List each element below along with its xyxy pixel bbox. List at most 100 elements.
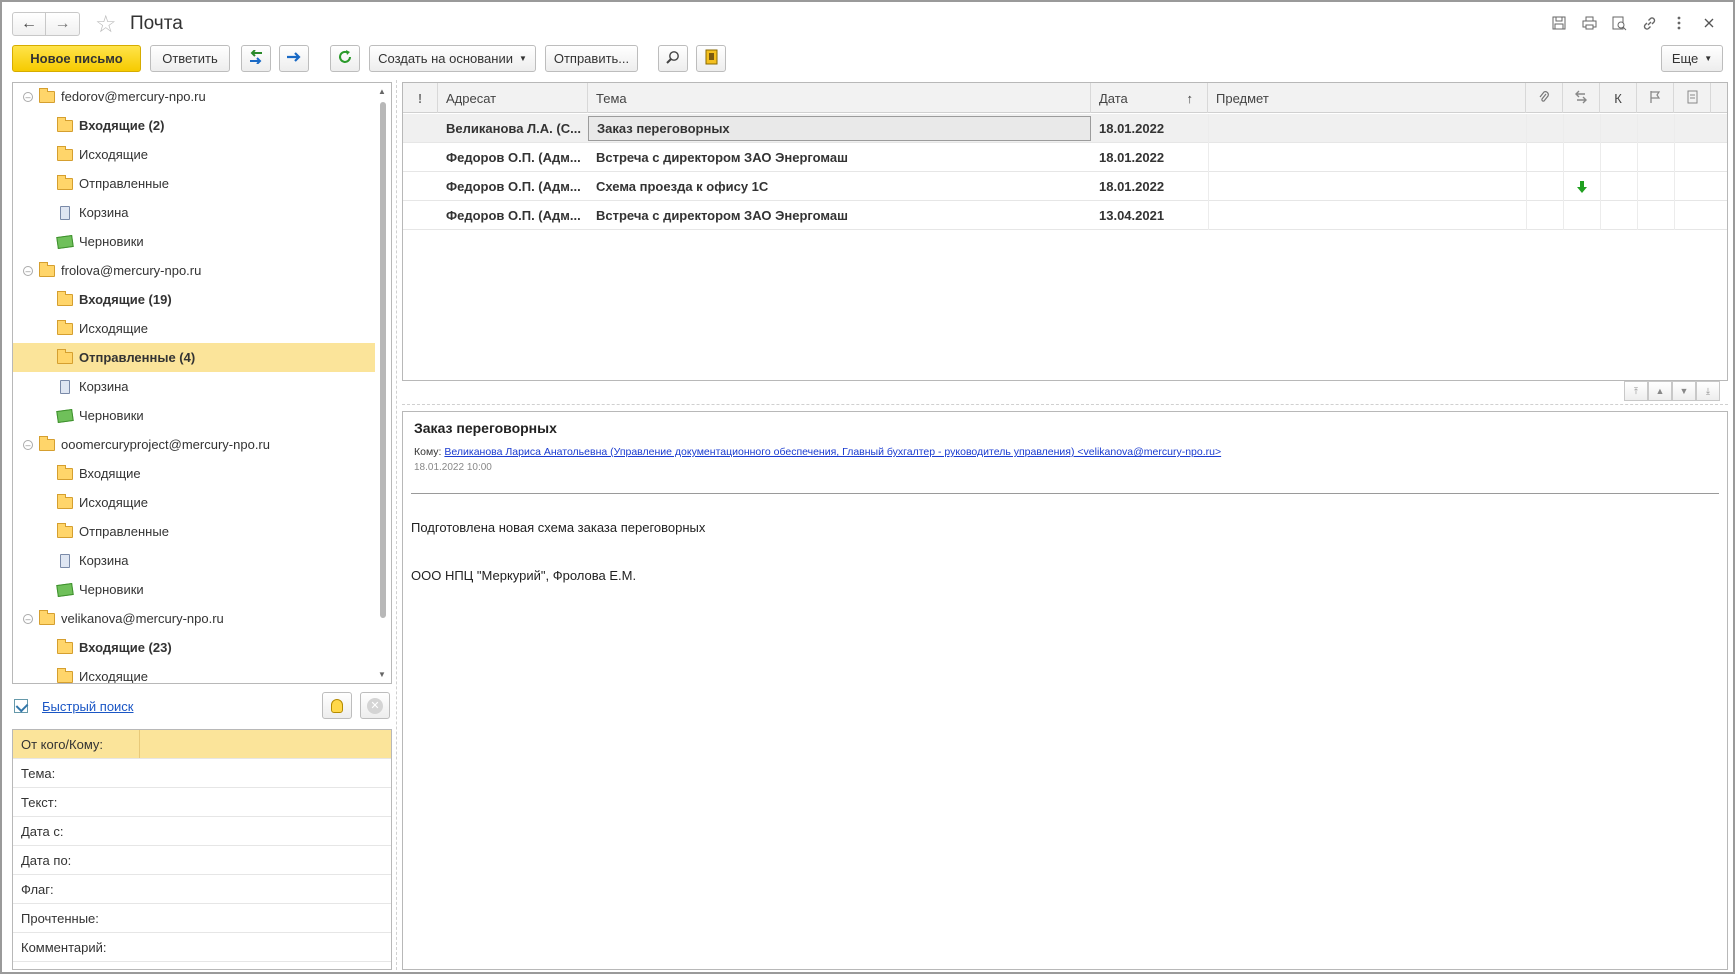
tree-label: Входящие	[79, 466, 141, 481]
tree-scrollbar[interactable]: ▲ ▼	[376, 84, 390, 682]
importance-icon: !	[417, 90, 423, 106]
account-node[interactable]: – ooomercuryproject@mercury-npo.ru	[13, 430, 375, 459]
send-button[interactable]: Отправить...	[545, 45, 638, 72]
folder-node[interactable]: Исходящие	[13, 140, 375, 169]
flag-column-header[interactable]	[1637, 83, 1674, 113]
recipient-link[interactable]: Великанова Лариса Анатольевна (Управлени…	[444, 446, 1221, 458]
scrollbar-thumb[interactable]	[380, 102, 386, 618]
filter-row[interactable]: Текст:	[13, 788, 391, 817]
folder-icon	[57, 667, 73, 683]
folder-node[interactable]: Исходящие	[13, 314, 375, 343]
scroll-down-icon[interactable]: ▼	[378, 670, 386, 679]
filter-label: Прочтенные:	[21, 910, 99, 926]
attachment-column-header[interactable]	[1526, 83, 1563, 113]
last-record-button[interactable]: ⤓	[1696, 381, 1720, 401]
folder-node[interactable]: Корзина	[13, 546, 375, 575]
refresh-button[interactable]	[330, 45, 360, 72]
more-vertical-icon[interactable]	[1671, 14, 1687, 32]
more-button[interactable]: Еще ▼	[1661, 45, 1723, 72]
forward-mail-icon	[286, 51, 302, 66]
filter-row[interactable]: Флаг:	[13, 875, 391, 904]
scroll-up-icon[interactable]: ▲	[378, 87, 386, 96]
new-letter-button[interactable]: Новое письмо	[12, 45, 141, 72]
folder-node[interactable]: Входящие (19)	[13, 285, 375, 314]
folder-node[interactable]: Отправленные	[13, 169, 375, 198]
cell-divider	[1563, 172, 1564, 201]
print-icon[interactable]	[1581, 14, 1597, 32]
quick-search-link[interactable]: Быстрый поиск	[42, 699, 134, 714]
folder-node[interactable]: Исходящие	[13, 662, 375, 683]
note-column-header[interactable]	[1674, 83, 1711, 113]
filter-row[interactable]: Комментарий:	[13, 933, 391, 962]
date-column-header[interactable]: Дата ↑	[1091, 83, 1208, 113]
collapse-toggle-icon[interactable]: –	[23, 439, 33, 450]
folder-node[interactable]: Черновики	[13, 401, 375, 430]
tree-label: fedorov@mercury-npo.ru	[61, 89, 206, 104]
filter-row[interactable]: От кого/Кому:	[13, 730, 391, 759]
subject-column-header[interactable]: Тема	[588, 83, 1091, 113]
save-icon[interactable]	[1551, 14, 1567, 32]
folder-node[interactable]: Черновики	[13, 227, 375, 256]
table-row[interactable]: Федоров О.П. (Адм... Встреча с директором…	[403, 143, 1727, 172]
folder-node[interactable]: Входящие (23)	[13, 633, 375, 662]
reply-all-button[interactable]	[241, 45, 271, 72]
table-row[interactable]: Федоров О.П. (Адм... Схема проезда к офис…	[403, 172, 1727, 201]
folder-icon	[57, 493, 73, 509]
table-row[interactable]: Великанова Л.А. (С... Заказ переговорных 1…	[403, 114, 1727, 143]
addressee-column-header[interactable]: Адресат	[438, 83, 588, 113]
filter-label: Тема:	[21, 765, 56, 781]
importance-column-header[interactable]: !	[403, 83, 438, 113]
filter-value-field[interactable]	[139, 730, 140, 758]
vertical-splitter[interactable]	[396, 80, 397, 970]
collapse-toggle-icon[interactable]: –	[23, 91, 33, 102]
reply-button[interactable]: Ответить	[150, 45, 230, 72]
folder-node[interactable]: Корзина	[13, 372, 375, 401]
addressee-cell: Федоров О.П. (Адм...	[446, 179, 581, 194]
collapse-toggle-icon[interactable]: –	[23, 265, 33, 276]
create-based-on-button[interactable]: Создать на основании ▼	[369, 45, 536, 72]
favorite-star-icon[interactable]: ☆	[95, 10, 117, 39]
filter-row[interactable]: Дата с:	[13, 817, 391, 846]
search-button[interactable]	[658, 45, 688, 72]
folder-node[interactable]: Входящие	[13, 459, 375, 488]
link-icon[interactable]	[1641, 14, 1657, 32]
collapse-toggle-icon[interactable]: –	[23, 613, 33, 624]
quick-search-checkbox[interactable]	[14, 699, 28, 713]
account-node[interactable]: – fedorov@mercury-npo.ru	[13, 83, 375, 111]
filter-row[interactable]: Дата по:	[13, 846, 391, 875]
folder-node[interactable]: Входящие (2)	[13, 111, 375, 140]
cell-divider	[1600, 114, 1601, 143]
folder-icon	[57, 464, 73, 480]
filter-row[interactable]: Тема:	[13, 759, 391, 788]
horizontal-splitter[interactable]	[402, 404, 1728, 405]
folder-node[interactable]: Отправленные (4)	[13, 343, 375, 372]
prev-record-button[interactable]: ▲	[1648, 381, 1672, 401]
cell-divider	[1600, 201, 1601, 230]
hint-button[interactable]	[322, 692, 352, 719]
grid-header: ! Адресат Тема Дата ↑ Предмет К	[403, 83, 1727, 113]
status-column-header[interactable]	[1563, 83, 1600, 113]
folder-node[interactable]: Отправленные	[13, 517, 375, 546]
close-icon[interactable]	[1701, 14, 1717, 32]
filter-label: Текст:	[21, 794, 58, 810]
account-node[interactable]: – velikanova@mercury-npo.ru	[13, 604, 375, 633]
subject-cell: Встреча с директором ЗАО Энергомаш	[596, 208, 848, 223]
note-icon	[1687, 90, 1698, 107]
address-book-button[interactable]	[696, 45, 726, 72]
first-record-button[interactable]: ⤒	[1624, 381, 1648, 401]
filter-row[interactable]: Прочтенные:	[13, 904, 391, 933]
item-column-header[interactable]: Предмет	[1208, 83, 1526, 113]
folder-node[interactable]: Корзина	[13, 198, 375, 227]
next-record-button[interactable]: ▼	[1672, 381, 1696, 401]
search-filters: От кого/Кому: Тема: Текст: Дата с: Дата по: Ф…	[12, 729, 392, 970]
account-node[interactable]: – frolova@mercury-npo.ru	[13, 256, 375, 285]
forward-mail-button[interactable]	[279, 45, 309, 72]
clear-search-button[interactable]: ✕	[360, 692, 390, 719]
folder-node[interactable]: Исходящие	[13, 488, 375, 517]
forward-button[interactable]: →	[46, 12, 80, 36]
preview-icon[interactable]	[1611, 14, 1627, 32]
folder-node[interactable]: Черновики	[13, 575, 375, 604]
back-button[interactable]: ←	[12, 12, 46, 36]
table-row[interactable]: Федоров О.П. (Адм... Встреча с директором…	[403, 201, 1727, 230]
category-column-header[interactable]: К	[1600, 83, 1637, 113]
